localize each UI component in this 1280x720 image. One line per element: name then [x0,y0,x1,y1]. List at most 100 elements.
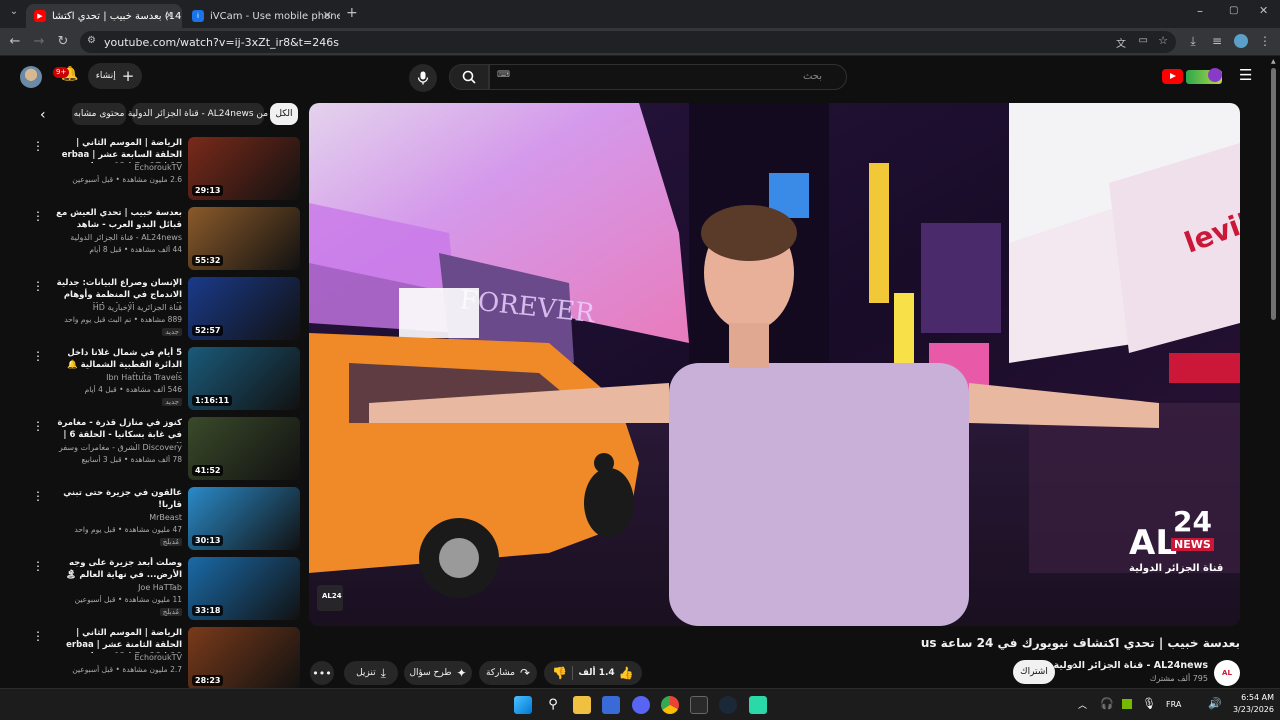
keyboard-icon[interactable]: ⌨ [497,70,510,80]
recommendation-channel[interactable]: Discovery الشرق - مغامرات وسفر [52,443,182,452]
nvidia-icon[interactable] [1122,699,1132,709]
recommendation-channel[interactable]: EchoroukTV [52,163,183,172]
chip-related[interactable]: محتوى مشابه [72,103,126,125]
voice-search-button[interactable] [409,64,437,92]
more-options-icon[interactable]: ⋮ [32,279,44,293]
address-bar[interactable]: ⚙ youtube.com/watch?v=ij-3xZt_ir8&t=246s… [80,31,1176,53]
recommendation-item[interactable]: 33:18 وصلت أبعد جزيرة على وجه الأرض... في… [30,557,300,621]
close-tab-icon[interactable]: ✕ [165,9,174,22]
profile-avatar-icon[interactable] [1233,34,1249,50]
download-icon[interactable]: ⤓ [1185,34,1201,50]
translate-icon[interactable]: 文 [1116,35,1126,50]
channel-avatar[interactable]: AL [1214,660,1240,686]
search-button[interactable] [449,64,489,90]
chip-from-channel[interactable]: من AL24news - قناة الجزائر الدولية [128,103,268,125]
video-thumbnail[interactable]: 28:23 [188,627,300,690]
recommendation-title[interactable]: وصلت أبعد جزيرة على وجه الأرض... في نهاي… [52,557,182,581]
hamburger-menu-icon[interactable]: ☰ [1239,66,1252,84]
more-options-icon[interactable]: ⋮ [32,209,44,223]
recommendation-channel[interactable]: Joe HaTTab [52,583,182,592]
reload-icon[interactable]: ↻ [54,34,72,49]
channel-name[interactable]: AL24news - قناة الجزائر الدولية [1054,660,1208,671]
more-actions-button[interactable]: ••• [310,661,334,685]
page-scrollbar[interactable] [1271,68,1276,320]
microsoft-store-icon[interactable] [602,696,620,714]
volume-icon[interactable]: 🔊 [1208,697,1222,710]
more-options-icon[interactable]: ⋮ [32,419,44,433]
video-thumbnail[interactable]: 41:52 [188,417,300,480]
download-button[interactable]: ⤓ تنزيل [344,661,398,685]
recommendation-channel[interactable]: قناة الجزائرية الإخبارية HD [52,303,182,312]
recommendation-item[interactable]: 1:16:11 5 أيام في شمال غلانا داخل الدائرة… [30,347,300,411]
recommendation-item[interactable]: 55:32 بعدسة خبيب | تحدي العيش مع قبائل ال… [30,207,300,271]
recommendation-title[interactable]: الرياضة | الموسم الثاني | الحلقة السابعة… [52,137,182,163]
more-options-icon[interactable]: ⋮ [32,629,44,643]
clock-time[interactable]: 6:54 AM [1230,693,1274,702]
site-info-icon[interactable]: ⚙ [87,35,96,46]
forward-arrow-icon[interactable]: → [30,34,48,49]
recommendation-channel[interactable]: MrBeast [52,513,182,522]
new-tab-button[interactable]: + [346,5,358,21]
account-avatar[interactable] [20,66,42,88]
restore-window-icon[interactable]: ▢ [1229,5,1238,16]
more-options-icon[interactable]: ⋮ [32,489,44,503]
mic-tray-icon[interactable]: 🎙 [1142,697,1156,710]
more-options-icon[interactable]: ⋮ [32,349,44,363]
scroll-up-arrow-icon[interactable]: ▲ [1271,58,1276,65]
recommendation-channel[interactable]: Ibn Hattuta Travels [52,373,182,382]
video-thumbnail[interactable]: 55:32 [188,207,300,270]
like-button[interactable]: 👍 1.4 ألف [578,666,633,680]
recommendation-channel[interactable]: AL24news - قناة الجزائر الدولية [52,233,182,242]
epic-games-icon[interactable] [690,696,708,714]
recommendation-title[interactable]: 5 أيام في شمال غلانا داخل الدائرة القطبي… [52,347,182,373]
more-options-icon[interactable]: ⋮ [32,559,44,573]
chrome-icon[interactable] [661,696,679,714]
video-thumbnail[interactable]: 30:13 [188,487,300,550]
minimize-window-icon[interactable]: – [1197,4,1203,18]
more-options-icon[interactable]: ⋮ [32,139,44,153]
share-button[interactable]: ↷ مشاركة [479,661,537,685]
recommendation-item[interactable]: 30:13 عالقون في جزيرة حتى تبني قاربا! MrBe… [30,487,300,551]
recommendation-title[interactable]: الإنسان وصراع البيانات: جدلية الاندماج ف… [52,277,182,303]
app-icon[interactable] [749,696,767,714]
file-explorer-icon[interactable] [573,696,591,714]
chip-all[interactable]: الكل [270,103,298,125]
youtube-logo[interactable] [1162,68,1222,86]
tab-youtube[interactable]: ▶ (14) بعدسة خبيب | تحدي اكتشا ✕ [26,4,182,28]
close-window-icon[interactable]: ✕ [1259,4,1268,17]
video-player[interactable]: FOREVER levi's AL24 AL 24 NEWS قناة الجز… [309,103,1240,626]
bookmark-star-icon[interactable]: ☆ [1158,34,1168,47]
tab-search-button[interactable]: ⌄ [6,6,22,22]
recommendation-item[interactable]: 52:57 الإنسان وصراع البيانات: جدلية الاند… [30,277,300,341]
tab-ivcam[interactable]: i iVCam - Use mobile phone as a ✕ [184,4,340,28]
browser-menu-icon[interactable]: ⋮ [1257,34,1273,50]
chips-prev-arrow-icon[interactable]: ‹ [40,107,46,123]
clock-date[interactable]: 3/23/2026 [1226,705,1274,714]
create-button[interactable]: إنشاء + [88,63,142,89]
tray-expand-icon[interactable]: ︿ [1078,698,1087,711]
subscribe-button[interactable]: اشتراك [1013,660,1055,684]
video-thumbnail[interactable]: 29:13 [188,137,300,200]
steam-icon[interactable] [719,696,737,714]
language-indicator[interactable]: FRA [1166,700,1181,709]
cast-icon[interactable]: ▭ [1139,35,1148,46]
recommendation-item[interactable]: 29:13 الرياضة | الموسم الثاني | الحلقة ال… [30,137,300,201]
discord-icon[interactable] [632,696,650,714]
headset-icon[interactable]: 🎧 [1100,697,1114,710]
recommendation-title[interactable]: بعدسة خبيب | تحدي العيش مع قبائل البدو ا… [52,207,182,231]
recommendation-item[interactable]: 28:23 الرياضة | الموسم الثاني | الحلقة ال… [30,627,300,691]
recommendation-title[interactable]: الرياضة | الموسم الثاني | الحلقة الثامنة… [52,627,182,653]
dislike-icon[interactable]: 👎 [552,666,567,680]
recommendation-title[interactable]: عالقون في جزيرة حتى تبني قاربا! [52,487,182,511]
recommendation-item[interactable]: 41:52 كنوز في منازل قذرة - مغامرة في غابة… [30,417,300,481]
search-input[interactable]: بحث [489,64,847,90]
ask-button[interactable]: ✦ طرح سؤال [404,661,472,685]
back-arrow-icon[interactable]: ← [6,34,24,49]
close-tab-icon[interactable]: ✕ [323,9,332,22]
reading-list-icon[interactable]: ≡ [1209,34,1225,50]
recommendation-channel[interactable]: EchoroukTV [52,653,183,662]
windows-start-icon[interactable] [514,696,532,714]
recommendation-title[interactable]: كنوز في منازل قذرة - مغامرة في غابة بسكا… [52,417,182,443]
video-thumbnail[interactable]: 52:57 [188,277,300,340]
video-thumbnail[interactable]: 33:18 [188,557,300,620]
